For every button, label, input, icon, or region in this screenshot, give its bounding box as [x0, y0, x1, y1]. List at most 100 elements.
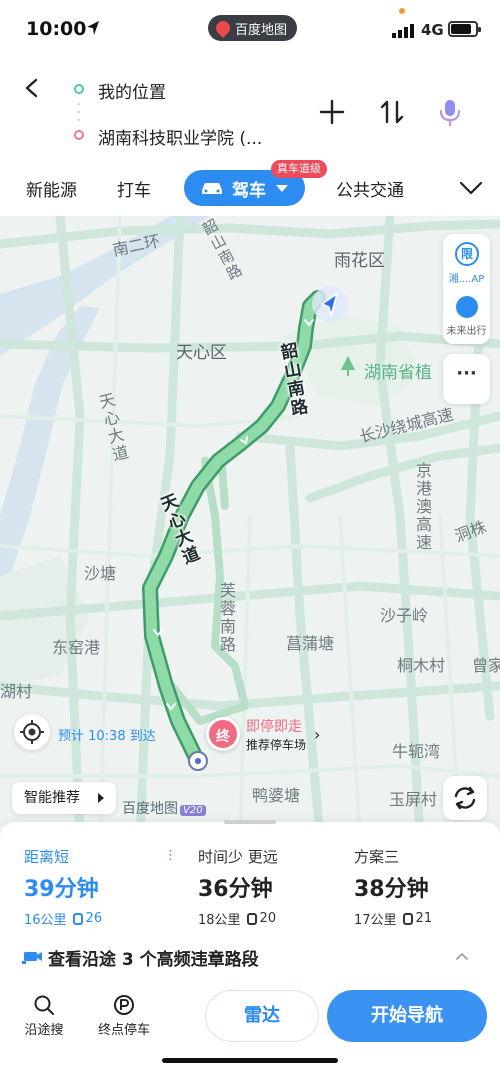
- map-label-shatang: 沙塘: [84, 564, 117, 583]
- waypoint-connector: [78, 100, 80, 124]
- violation-text: 查看沿途 3 个高频违章路段: [48, 949, 259, 970]
- map-label-hucun: 湖村: [0, 682, 33, 701]
- parking-suggestion[interactable]: 终 即停即走 推荐停车场 ›: [206, 712, 320, 756]
- tab-public-transit[interactable]: 公共交通: [336, 176, 404, 201]
- smart-recommend-button[interactable]: 智能推荐: [12, 782, 116, 814]
- add-waypoint-icon[interactable]: [318, 98, 346, 126]
- locate-button[interactable]: [14, 714, 50, 750]
- swap-icon[interactable]: [378, 98, 406, 126]
- plan-option-1[interactable]: 距离短 ⋮ 39分钟 16公里 26: [24, 846, 177, 928]
- map-label-yupingcun: 玉屏村: [389, 790, 438, 809]
- map-label-furong: 芙蓉南路: [217, 582, 236, 654]
- plan-distance: 18公里: [198, 913, 241, 928]
- search-along-button[interactable]: 沿途搜: [14, 994, 74, 1038]
- app-pill[interactable]: 百度地图: [208, 15, 298, 41]
- bottom-action-bar: 沿途搜 终点停车 雷达 开始导航: [0, 986, 500, 1050]
- travel-mode-tabs: 新能源 打车 驾车 真车道级 公共交通: [0, 160, 500, 216]
- plan-duration: 36分钟: [198, 877, 273, 902]
- plan-lights: 26: [85, 911, 103, 926]
- status-bar: 10:00 百度地图 4G: [0, 0, 500, 58]
- privacy-dot: [399, 8, 405, 14]
- chevron-up-icon[interactable]: [456, 952, 468, 960]
- map-logo-version: V20: [180, 805, 206, 816]
- search-along-label: 沿途搜: [24, 1023, 64, 1038]
- eta-text: 预计 10:38 到达: [58, 729, 156, 744]
- camera-icon: [22, 952, 42, 964]
- map-view[interactable]: 雨花区 南二环 韶山南路 天心区 天心大道 湖南省植 长沙绕城高速 京港澳高速 …: [0, 216, 500, 836]
- violation-sections-link[interactable]: 查看沿途 3 个高频违章路段: [22, 942, 478, 972]
- map-label-fangmucun: 桐木村: [397, 656, 446, 675]
- car-icon: [202, 183, 222, 194]
- traffic-light-icon: [246, 912, 257, 925]
- future-travel-icon[interactable]: [456, 296, 478, 318]
- signal-icon: [392, 24, 414, 38]
- map-label-hunan-botanic: 湖南省植: [364, 363, 432, 383]
- chevron-right-icon: ›: [314, 724, 321, 744]
- plan-meta: 18公里 20: [198, 909, 278, 928]
- refresh-icon: [454, 786, 476, 810]
- plan-option-3[interactable]: 方案三 38分钟 17公里 21: [354, 846, 432, 928]
- network-type: 4G: [421, 21, 444, 39]
- radar-button[interactable]: 雷达: [205, 990, 319, 1042]
- destination-dot: [74, 130, 84, 140]
- plan-label: 时间少 更远: [198, 848, 278, 866]
- map-label-pumatang: 菖蒲塘: [286, 634, 335, 653]
- map-label-jinggang-highway: 京港澳高速: [413, 462, 432, 552]
- plan-distance: 17公里: [354, 913, 397, 928]
- plan-more-icon[interactable]: ⋮: [164, 848, 177, 863]
- more-options-button[interactable]: ···: [443, 354, 490, 404]
- map-logo: 百度地图 V20: [122, 798, 206, 818]
- lane-level-badge: 真车道级: [271, 160, 327, 178]
- plan-option-2[interactable]: 时间少 更远 36分钟 18公里 20: [198, 846, 278, 928]
- map-pin-icon: [213, 18, 233, 38]
- battery-icon: [448, 21, 481, 37]
- future-travel-label[interactable]: 未来出行: [443, 322, 490, 337]
- destination-field[interactable]: 湖南科技职业学院 (...: [98, 124, 262, 149]
- plan-duration: 39分钟: [24, 877, 99, 902]
- plan-lights: 20: [259, 911, 277, 926]
- microphone-icon[interactable]: [436, 98, 464, 126]
- refresh-button[interactable]: [443, 776, 487, 820]
- plan-meta: 16公里 26: [24, 909, 102, 928]
- map-label-shaziling: 沙子岭: [380, 606, 429, 625]
- traffic-limit-icon[interactable]: 限: [455, 242, 479, 266]
- caret-down-icon: [276, 184, 288, 192]
- start-navigation-button[interactable]: 开始导航: [327, 990, 487, 1042]
- tab-drive-label: 驾车: [232, 180, 266, 201]
- route-header: 我的位置 湖南科技职业学院 (...: [0, 58, 500, 162]
- tab-taxi[interactable]: 打车: [117, 176, 151, 201]
- plan-meta: 17公里 21: [354, 909, 432, 928]
- back-icon[interactable]: [22, 78, 42, 98]
- map-label-yapotang: 鸭婆塘: [252, 786, 301, 805]
- status-time: 10:00: [26, 18, 87, 40]
- map-label-yuhua: 雨花区: [334, 251, 385, 271]
- search-icon: [34, 995, 54, 1015]
- traffic-limit-label[interactable]: 湘....AP: [443, 270, 490, 285]
- chevron-down-icon[interactable]: [458, 178, 484, 198]
- location-arrow-icon: [87, 21, 99, 35]
- plan-label: 方案三: [354, 848, 400, 866]
- plan-distance: 16公里: [24, 913, 67, 928]
- app-pill-label: 百度地图: [235, 22, 288, 38]
- plan-duration: 38分钟: [354, 877, 429, 902]
- origin-dot: [74, 84, 84, 94]
- origin-field[interactable]: 我的位置: [98, 78, 166, 103]
- crosshair-icon: [20, 720, 44, 744]
- map-label-niuwan: 牛轭湾: [392, 742, 441, 761]
- plan-label: 距离短: [24, 848, 70, 866]
- plan-lights: 21: [415, 911, 433, 926]
- map-label-tianxin: 天心区: [176, 343, 227, 363]
- traffic-light-icon: [402, 912, 413, 925]
- map-side-panel: 限 湘....AP 未来出行: [443, 234, 490, 344]
- end-marker: 终: [206, 717, 240, 751]
- parking-subtitle: 推荐停车场: [246, 737, 307, 752]
- route-plans-sheet: 距离短 ⋮ 39分钟 16公里 26 时间少 更远 36分钟 18公里 20 方…: [0, 820, 500, 1069]
- traffic-light-icon: [72, 912, 83, 925]
- parking-icon: [114, 995, 134, 1015]
- map-label-dongyaogang: 东窑港: [52, 638, 101, 657]
- end-parking-button[interactable]: 终点停车: [94, 994, 154, 1038]
- map-label-caojia: 曾家: [472, 656, 500, 675]
- map-logo-text: 百度地图: [122, 801, 178, 817]
- sheet-grabber[interactable]: [224, 820, 276, 824]
- tab-new-energy[interactable]: 新能源: [26, 176, 77, 201]
